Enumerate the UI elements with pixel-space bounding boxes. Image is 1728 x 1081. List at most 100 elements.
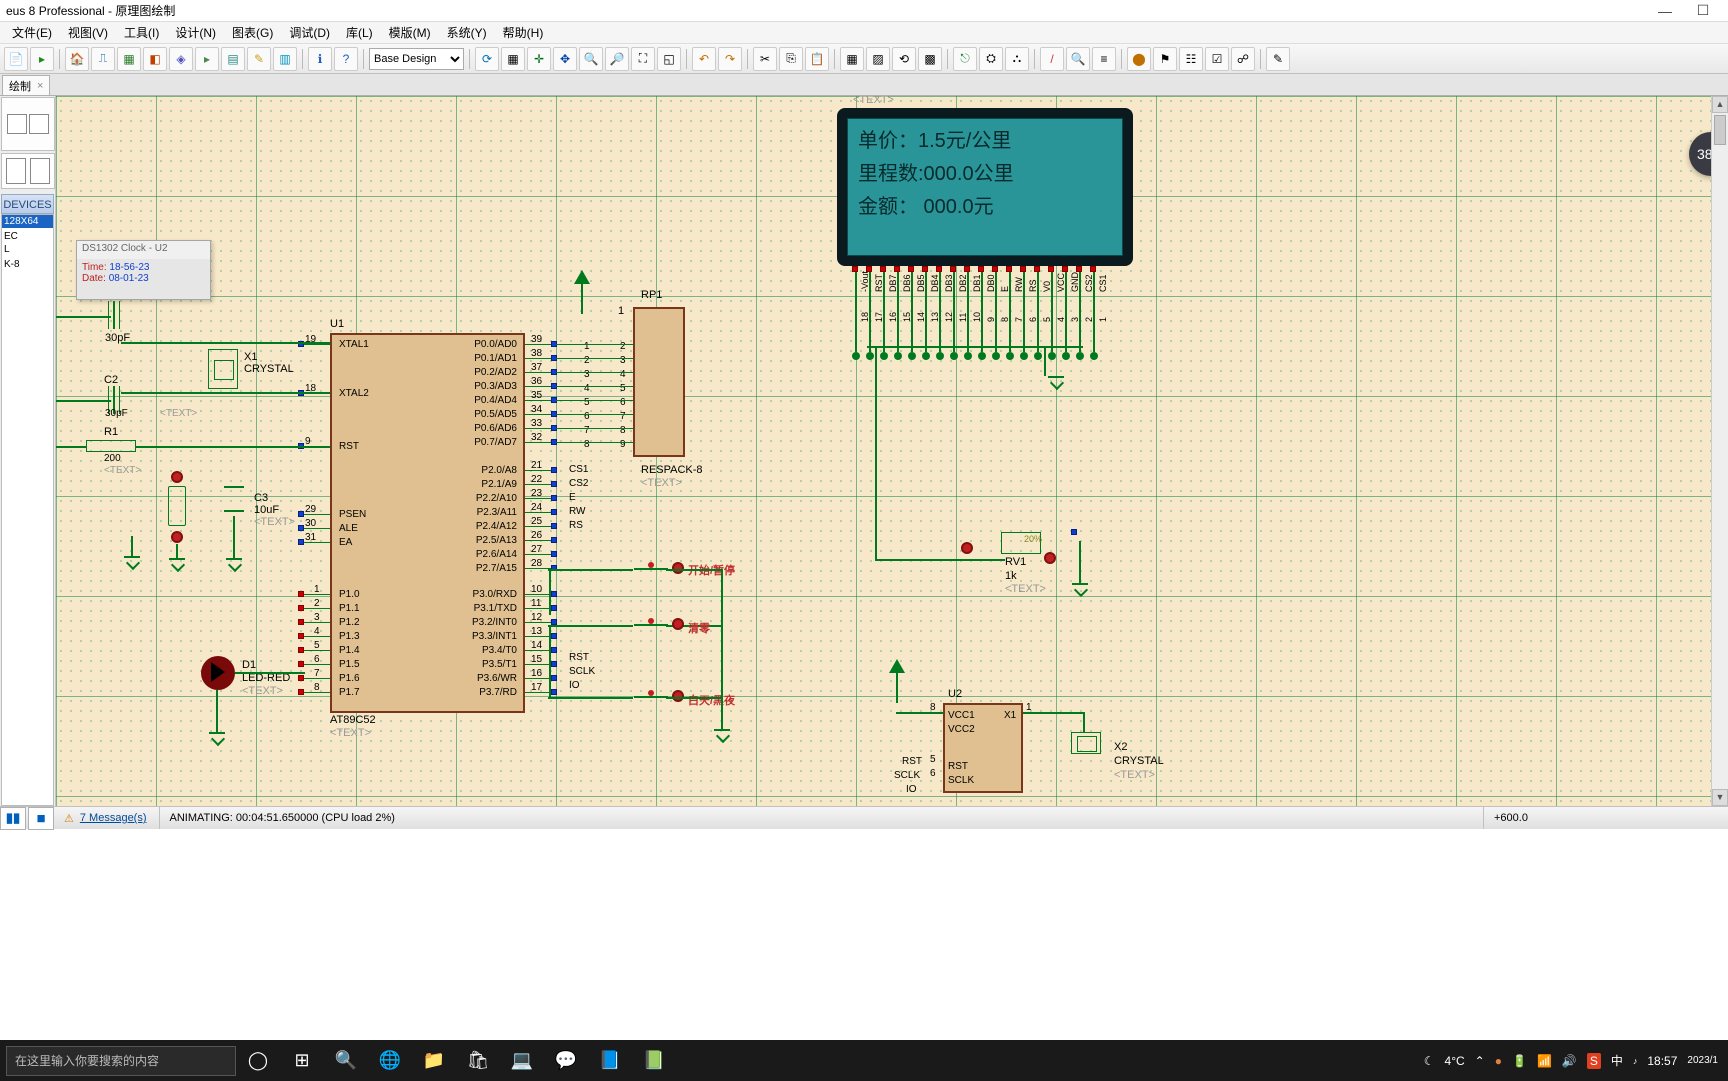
- tb-help[interactable]: ?: [334, 47, 358, 71]
- devices-list[interactable]: 128X64 EC L K-8: [1, 214, 54, 806]
- weather-icon[interactable]: ☾: [1424, 1054, 1435, 1068]
- system-tray[interactable]: ☾ 4°C ⌃ ● 🔋📶🔊 S 中 ♪ 18:57 2023/1: [1414, 1052, 1728, 1069]
- tb-3d[interactable]: ◧: [143, 47, 167, 71]
- tab-schematic[interactable]: 绘制 ×: [2, 75, 50, 95]
- tb-blockmove[interactable]: ▨: [866, 47, 890, 71]
- tb-zoomin[interactable]: 🔍: [579, 47, 603, 71]
- component-mode[interactable]: [1, 153, 55, 189]
- tb-wire[interactable]: /: [1040, 47, 1064, 71]
- tb-zoomfit[interactable]: ⛶: [631, 47, 655, 71]
- reset-switch[interactable]: [168, 486, 186, 526]
- menu-view[interactable]: 视图(V): [60, 22, 116, 43]
- rtc-debug-window[interactable]: DS1302 Clock - U2 Time: 18-56-23 Date: 0…: [76, 240, 211, 300]
- taskview-icon[interactable]: ⊞: [280, 1040, 324, 1081]
- tb-pass[interactable]: ⚑: [1153, 47, 1177, 71]
- tb-undo[interactable]: ↶: [692, 47, 716, 71]
- tb-zoomarea[interactable]: ◱: [657, 47, 681, 71]
- menu-design[interactable]: 设计(N): [167, 22, 224, 43]
- button-clear[interactable]: [634, 620, 668, 630]
- tb-log[interactable]: ▥: [273, 47, 297, 71]
- tb-scheme[interactable]: ⎍: [91, 47, 115, 71]
- tab-close-icon[interactable]: ×: [37, 80, 43, 92]
- tb-cut[interactable]: ✂: [753, 47, 777, 71]
- switch-probe[interactable]: [171, 531, 183, 543]
- x2-component[interactable]: [1071, 732, 1101, 754]
- tb-grid[interactable]: ▦: [501, 47, 525, 71]
- tb-blockrot[interactable]: ⟲: [892, 47, 916, 71]
- button-start[interactable]: [634, 564, 668, 574]
- taskbar-search[interactable]: 在这里输入你要搜索的内容: [6, 1046, 236, 1076]
- chevron-up-icon[interactable]: ⌃: [1475, 1054, 1485, 1068]
- rv1-probe[interactable]: [961, 542, 973, 554]
- design-select[interactable]: Base Design: [369, 48, 464, 70]
- tb-hilite[interactable]: ⬤: [1127, 47, 1151, 71]
- app3-icon[interactable]: 📗: [632, 1040, 676, 1081]
- d1-led[interactable]: [201, 656, 235, 690]
- c1-component[interactable]: [108, 301, 120, 329]
- vertical-scrollbar[interactable]: ▲ ▼: [1711, 96, 1728, 806]
- overview-thumbnail[interactable]: [1, 97, 55, 151]
- tb-decomp[interactable]: ⛬: [1005, 47, 1029, 71]
- scroll-down[interactable]: ▼: [1712, 789, 1728, 806]
- tb-info[interactable]: ℹ: [308, 47, 332, 71]
- store-icon[interactable]: 🛍: [456, 1040, 500, 1081]
- menu-system[interactable]: 系统(Y): [439, 22, 495, 43]
- tb-blockcopy[interactable]: ▦: [840, 47, 864, 71]
- button-daynight[interactable]: [634, 692, 668, 702]
- r1-component[interactable]: [86, 440, 136, 452]
- search-icon[interactable]: 🔍: [324, 1040, 368, 1081]
- menu-debug[interactable]: 调试(D): [281, 22, 338, 43]
- btn-probe[interactable]: [672, 618, 684, 630]
- btn-probe[interactable]: [672, 562, 684, 574]
- device-item[interactable]: 128X64: [2, 215, 53, 228]
- tb-pcb[interactable]: ▦: [117, 47, 141, 71]
- messages-link[interactable]: 7 Message(s): [80, 812, 147, 824]
- tb-open[interactable]: ▸: [30, 47, 54, 71]
- menu-template[interactable]: 模版(M): [381, 22, 439, 43]
- tb-pick[interactable]: ⎋: [953, 47, 977, 71]
- btn-probe[interactable]: [672, 690, 684, 702]
- tb-blockdel[interactable]: ▩: [918, 47, 942, 71]
- c3-component[interactable]: [224, 486, 244, 512]
- app-icon[interactable]: 💻: [500, 1040, 544, 1081]
- minimize-button[interactable]: —: [1646, 3, 1684, 19]
- x1-component[interactable]: [208, 349, 238, 389]
- lcd-component[interactable]: 单价：1.5元/公里 里程数:000.0公里 金额： 000.0元 -Vout …: [837, 108, 1133, 408]
- menu-help[interactable]: 帮助(H): [495, 22, 552, 43]
- tb-note[interactable]: ✎: [247, 47, 271, 71]
- tb-pan[interactable]: ✥: [553, 47, 577, 71]
- tb-edit[interactable]: ✎: [1266, 47, 1290, 71]
- wechat-icon[interactable]: 💬: [544, 1040, 588, 1081]
- tb-redo[interactable]: ↷: [718, 47, 742, 71]
- switch-probe[interactable]: [171, 471, 183, 483]
- tb-new[interactable]: 📄: [4, 47, 28, 71]
- tb-package[interactable]: ⛭: [979, 47, 1003, 71]
- device-item[interactable]: L: [2, 243, 53, 256]
- maximize-button[interactable]: ☐: [1684, 2, 1722, 19]
- tb-layer[interactable]: ☷: [1179, 47, 1203, 71]
- tb-net[interactable]: ☍: [1231, 47, 1255, 71]
- tb-gerber[interactable]: ▸: [195, 47, 219, 71]
- tb-copy[interactable]: ⎘: [779, 47, 803, 71]
- scroll-up[interactable]: ▲: [1712, 96, 1728, 113]
- app2-icon[interactable]: 📘: [588, 1040, 632, 1081]
- tb-sim[interactable]: ◈: [169, 47, 193, 71]
- tb-search[interactable]: 🔍: [1066, 47, 1090, 71]
- rp1-component[interactable]: [633, 307, 685, 457]
- tb-bom[interactable]: ▤: [221, 47, 245, 71]
- stop-button[interactable]: ■: [28, 807, 54, 830]
- tb-home[interactable]: 🏠: [65, 47, 89, 71]
- menu-library[interactable]: 库(L): [338, 22, 381, 43]
- device-item[interactable]: K-8: [2, 258, 53, 271]
- tb-paste[interactable]: 📋: [805, 47, 829, 71]
- menu-tools[interactable]: 工具(I): [116, 22, 167, 43]
- tb-prop[interactable]: ≡: [1092, 47, 1116, 71]
- tb-zoomout[interactable]: 🔎: [605, 47, 629, 71]
- device-item[interactable]: EC: [2, 230, 53, 243]
- cortana-icon[interactable]: ◯: [236, 1040, 280, 1081]
- edge-icon[interactable]: 🌐: [368, 1040, 412, 1081]
- tb-erc[interactable]: ☑: [1205, 47, 1229, 71]
- schematic-canvas[interactable]: <TEXT> DS1302 Clock - U2 Time: 18-56-23 …: [56, 96, 1728, 806]
- tb-refresh[interactable]: ⟳: [475, 47, 499, 71]
- menu-graph[interactable]: 图表(G): [224, 22, 281, 43]
